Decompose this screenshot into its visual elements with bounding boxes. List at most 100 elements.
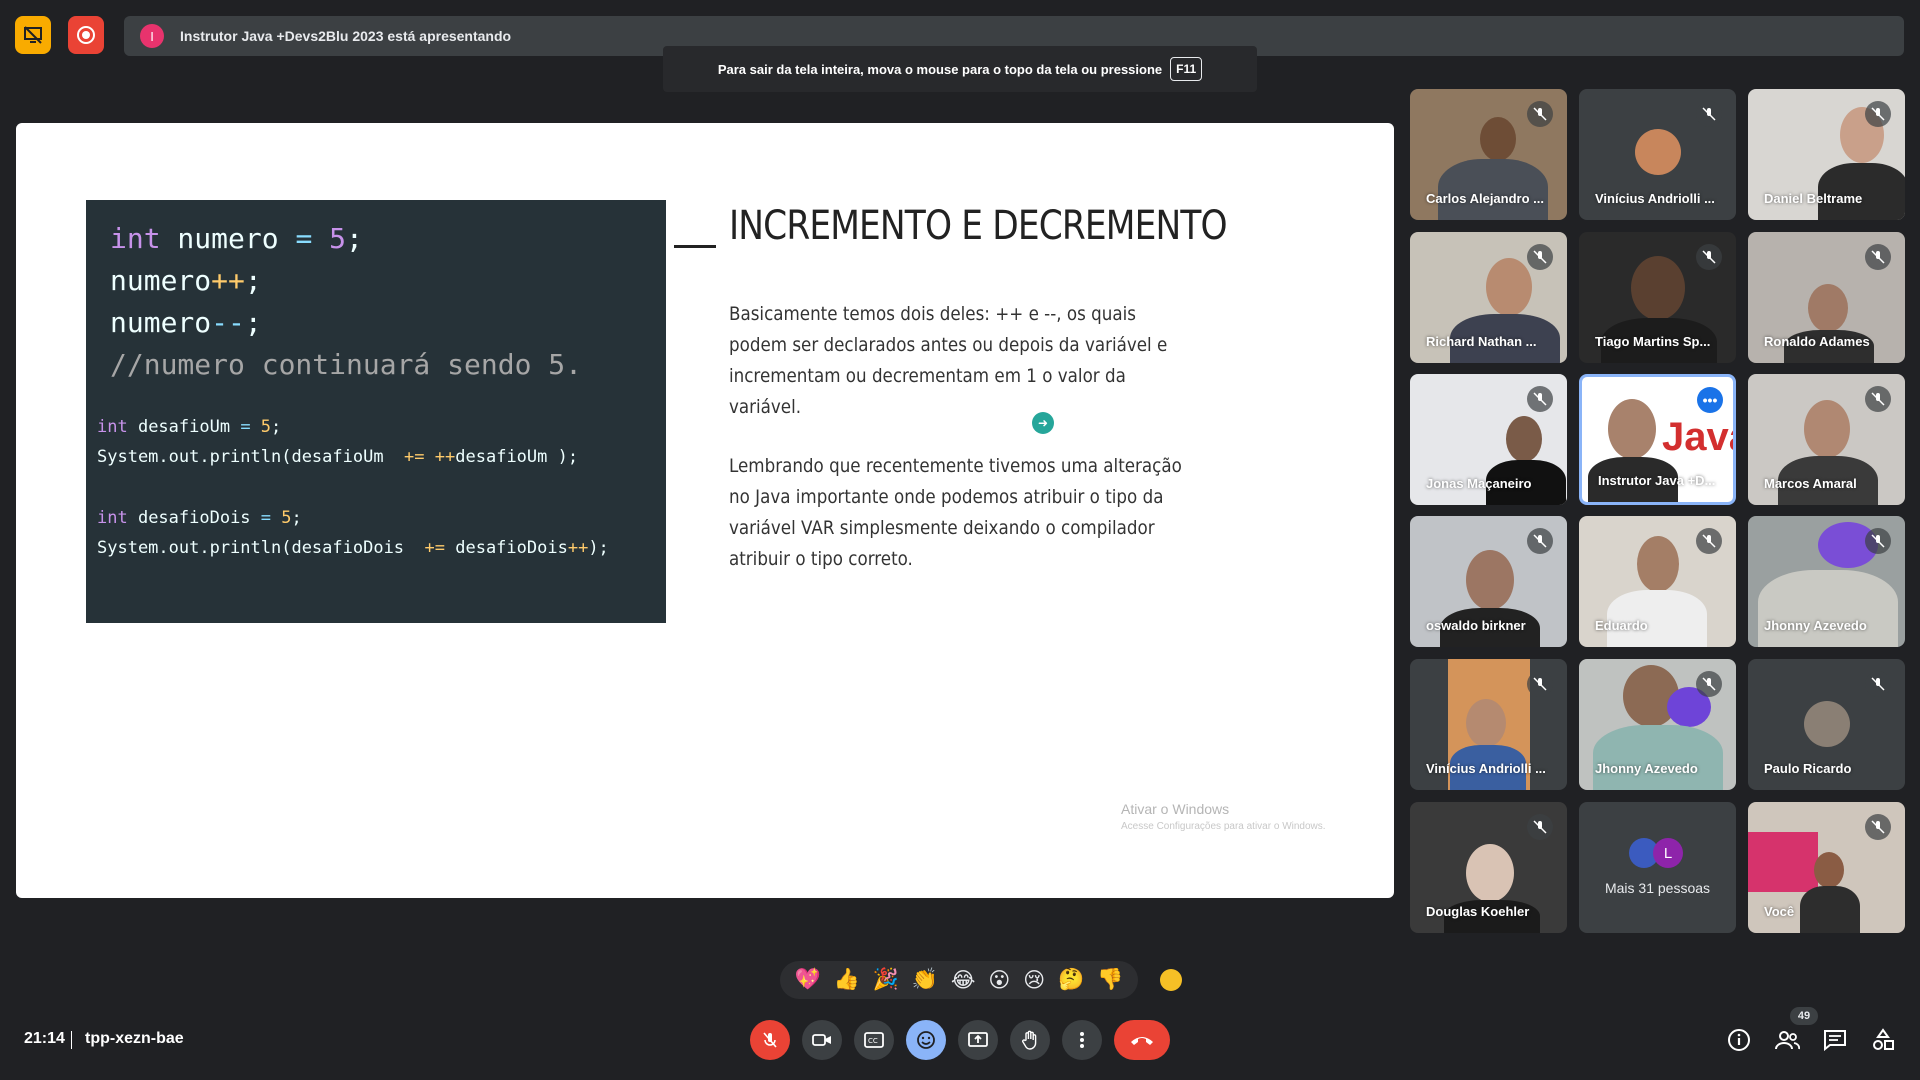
people-button[interactable] (1773, 1026, 1801, 1054)
mic-off-icon (1865, 244, 1891, 270)
reaction-sad[interactable]: 😢 (1023, 968, 1045, 993)
more-vert-icon (1080, 1032, 1084, 1048)
participant-tile[interactable]: oswaldo birkner (1410, 516, 1567, 647)
windows-watermark-subtitle: Acesse Configurações para ativar o Windo… (1121, 821, 1326, 832)
participant-name: Paulo Ricardo (1764, 761, 1852, 776)
participant-name: Eduardo (1595, 618, 1648, 633)
participant-name: Jhonny Azevedo (1764, 618, 1867, 633)
participant-tile[interactable]: Marcos Amaral (1748, 374, 1905, 505)
windows-watermark-title: Ativar o Windows (1121, 801, 1230, 817)
code-line: int numero = 5; (110, 222, 363, 255)
recording-icon[interactable] (68, 16, 104, 54)
code-comment: //numero continuará sendo 5. (110, 348, 583, 381)
code-line: int desafioDois = 5; (97, 508, 302, 528)
java-logo-text: Java (1662, 415, 1733, 459)
code-line: numero--; (110, 306, 262, 339)
present-icon (968, 1032, 988, 1047)
slide-paragraph-1: Basicamente temos dois deles: ++ e --, o… (729, 303, 1168, 418)
participant-name: Tiago Martins Sp... (1595, 334, 1711, 349)
mic-off-icon (1696, 671, 1722, 697)
camera-icon (812, 1034, 831, 1046)
participant-name: Jonas Maçaneiro (1426, 476, 1532, 491)
mic-off-icon (1865, 814, 1891, 840)
meeting-code: tpp-xezn-bae (85, 1030, 184, 1047)
mic-off-icon (763, 1032, 777, 1048)
raise-hand-button[interactable] (1010, 1020, 1050, 1060)
code-line: int desafioUm = 5; (97, 417, 282, 437)
participant-name: Vinícius Andriolli ... (1426, 761, 1546, 776)
mic-off-icon (1696, 528, 1722, 554)
presenter-avatar: I (140, 24, 164, 48)
reaction-surprised[interactable]: 😮 (988, 968, 1010, 993)
participant-tile[interactable]: Vinícius Andriolli ... (1579, 89, 1736, 220)
participant-video (1438, 159, 1548, 220)
emoji-icon (917, 1031, 935, 1049)
presentation-text: Instrutor Java +Devs2Blu 2023 está apres… (180, 28, 512, 44)
chat-icon (1824, 1030, 1846, 1051)
reaction-laugh[interactable]: 😂 (951, 968, 976, 993)
leave-call-button[interactable] (1114, 1020, 1170, 1060)
presentation-off-icon[interactable] (15, 16, 51, 54)
captions-icon: CC (864, 1032, 884, 1048)
participant-name: Jhonny Azevedo (1595, 761, 1698, 776)
participant-tile-presenter[interactable]: Java ••• Instrutor Java +D... (1579, 374, 1736, 505)
participant-tile[interactable]: Carlos Alejandro ... (1410, 89, 1567, 220)
participant-name: oswaldo birkner (1426, 618, 1526, 633)
slide-paragraph-2: Lembrando que recentemente tivemos uma a… (729, 455, 1182, 570)
participant-video (1608, 399, 1656, 459)
mic-off-icon (1527, 671, 1553, 697)
more-participants-label: Mais 31 pessoas (1604, 880, 1711, 896)
activities-button[interactable] (1869, 1026, 1897, 1054)
fullscreen-tip: Para sair da tela inteira, mova o mouse … (663, 46, 1257, 92)
participant-tile[interactable]: Jonas Maçaneiro (1410, 374, 1567, 505)
participant-tile[interactable]: Eduardo (1579, 516, 1736, 647)
end-call-icon (1131, 1037, 1153, 1045)
mic-off-icon (1865, 528, 1891, 554)
participant-name: Instrutor Java +D... (1598, 473, 1716, 488)
info-icon (1728, 1029, 1750, 1051)
participant-video (1631, 256, 1685, 320)
more-participants-tile[interactable]: L Mais 31 pessoas (1579, 802, 1736, 933)
participant-tile[interactable]: Paulo Ricardo (1748, 659, 1905, 790)
participant-name: Marcos Amaral (1764, 476, 1857, 491)
participant-tile[interactable]: Tiago Martins Sp... (1579, 232, 1736, 363)
present-screen-button[interactable] (958, 1020, 998, 1060)
avatar: L (1653, 838, 1683, 868)
more-options-button[interactable] (1062, 1020, 1102, 1060)
reaction-thumbs-up[interactable]: 👍 (834, 968, 860, 992)
chat-button[interactable] (1821, 1026, 1849, 1054)
mic-off-icon (1527, 528, 1553, 554)
participant-video (1506, 416, 1542, 462)
emoji-reactions-button[interactable] (906, 1020, 946, 1060)
code-snippet: int numero = 5; numero++; numero--; //nu… (86, 200, 666, 623)
mic-off-icon (1527, 814, 1553, 840)
more-options-icon[interactable]: ••• (1697, 387, 1723, 413)
mic-off-icon (1527, 386, 1553, 412)
mic-off-icon (1865, 671, 1891, 697)
meeting-info-button[interactable] (1725, 1026, 1753, 1054)
participant-tile[interactable]: Richard Nathan ... (1410, 232, 1567, 363)
mic-off-icon (1865, 386, 1891, 412)
participant-tile[interactable]: Douglas Koehler (1410, 802, 1567, 933)
reaction-party[interactable]: 🎉 (873, 968, 899, 992)
participant-tile[interactable]: Jhonny Azevedo (1579, 659, 1736, 790)
fullscreen-key: F11 (1170, 57, 1203, 81)
reaction-thumbs-down[interactable]: 👎 (1097, 968, 1123, 992)
participant-video (1593, 725, 1723, 790)
avatar (1635, 129, 1681, 175)
participant-tile[interactable]: Ronaldo Adames (1748, 232, 1905, 363)
skin-tone-selector[interactable] (1160, 969, 1182, 991)
code-line: System.out.println(desafioUm += ++desafi… (97, 447, 579, 467)
camera-toggle-button[interactable] (802, 1020, 842, 1060)
reaction-thinking[interactable]: 🤔 (1058, 968, 1084, 992)
mic-toggle-button[interactable] (750, 1020, 790, 1060)
captions-button[interactable]: CC (854, 1020, 894, 1060)
participant-video (1486, 258, 1532, 316)
participant-tile[interactable]: Jhonny Azevedo (1748, 516, 1905, 647)
participant-tile[interactable]: Daniel Beltrame (1748, 89, 1905, 220)
pointer-cursor-icon: ➜ (1032, 412, 1054, 434)
reaction-clap[interactable]: 👏 (912, 968, 938, 992)
reaction-heart[interactable]: 💖 (794, 968, 820, 992)
participant-tile[interactable]: Vinícius Andriolli ... (1410, 659, 1567, 790)
participant-tile-self[interactable]: Você (1748, 802, 1905, 933)
